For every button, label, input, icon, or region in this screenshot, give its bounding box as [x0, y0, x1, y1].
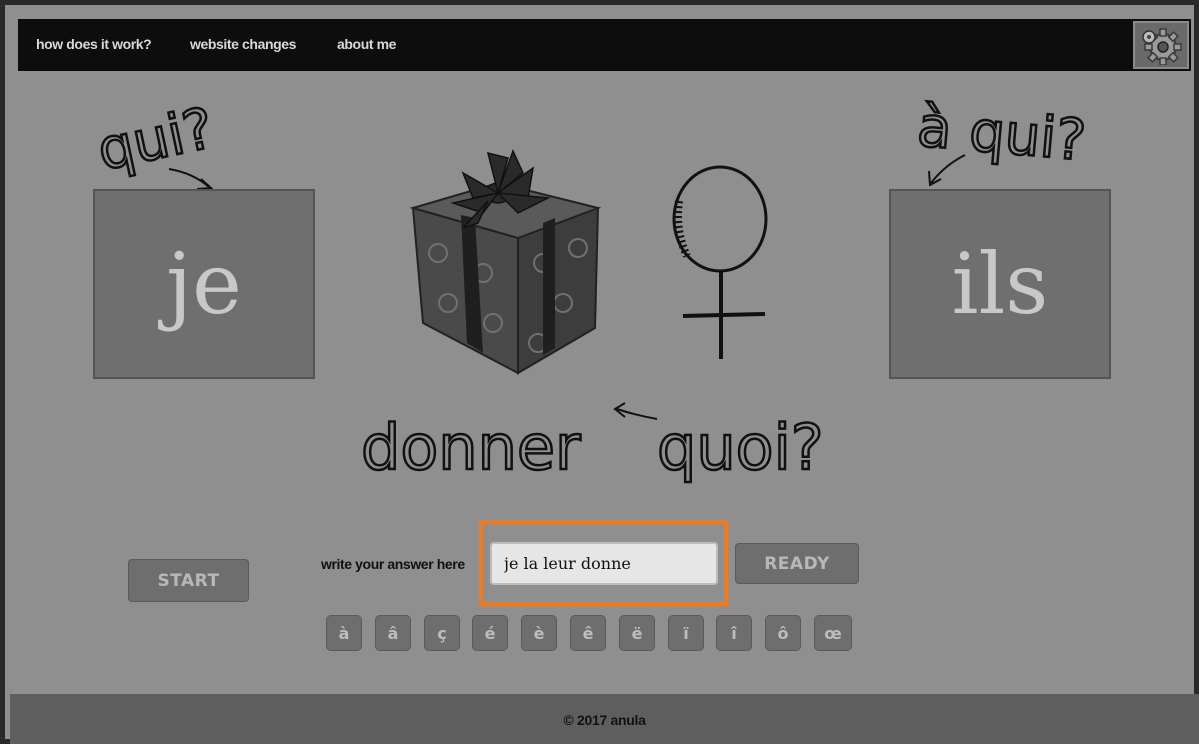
female-symbol	[665, 161, 780, 371]
nav-website-changes[interactable]: website changes	[190, 36, 296, 52]
verb-label-text: donner	[361, 411, 581, 484]
what-label-art: quoi?	[613, 402, 825, 485]
what-label: quoi?	[605, 397, 845, 496]
accent-a-circumflex-button[interactable]: â	[375, 615, 411, 651]
to-whom-label-text: à qui?	[915, 94, 1088, 173]
start-button[interactable]: START	[128, 559, 249, 602]
accent-o-circumflex-button[interactable]: ô	[765, 615, 801, 651]
female-symbol-icon	[672, 165, 768, 359]
accent-i-circumflex-button[interactable]: î	[716, 615, 752, 651]
nav-about-me[interactable]: about me	[337, 36, 396, 52]
accent-e-diaeresis-button[interactable]: ë	[619, 615, 655, 651]
accent-c-cedilla-button[interactable]: ç	[424, 615, 460, 651]
what-label-text: quoi?	[657, 411, 824, 484]
indirect-object-box: ils	[889, 189, 1111, 379]
indirect-object-pronoun: ils	[951, 235, 1049, 333]
who-label-art: qui?	[91, 95, 221, 190]
verb-label-art: donner	[360, 410, 583, 486]
accent-e-grave-button[interactable]: è	[521, 615, 557, 651]
accent-e-acute-button[interactable]: é	[472, 615, 508, 651]
footer-copyright: © 2017 anula	[563, 712, 646, 728]
answer-label: write your answer here	[321, 556, 465, 572]
footer: © 2017 anula	[10, 694, 1199, 744]
subject-pronoun: je	[166, 235, 242, 333]
gear-icon	[1142, 28, 1182, 65]
ready-button[interactable]: READY	[735, 543, 859, 584]
gift-image	[403, 143, 608, 383]
who-label: qui?	[91, 87, 243, 201]
top-navigation: how does it work? website changes about …	[18, 19, 1191, 71]
answer-input[interactable]	[490, 542, 718, 585]
accent-e-circumflex-button[interactable]: ê	[570, 615, 606, 651]
gift-box-icon	[409, 149, 602, 375]
nav-how-it-works[interactable]: how does it work?	[36, 36, 152, 52]
accent-a-grave-button[interactable]: à	[326, 615, 362, 651]
accent-oe-ligature-button[interactable]: œ	[814, 615, 852, 651]
app-frame: how does it work? website changes about …	[0, 0, 1199, 744]
who-label-text: qui?	[93, 96, 219, 184]
to-whom-label-art: à qui?	[914, 93, 1090, 187]
subject-box: je	[93, 189, 315, 379]
to-whom-label: à qui?	[905, 83, 1115, 197]
verb-label: donner	[357, 397, 627, 491]
settings-button[interactable]	[1133, 21, 1189, 69]
accent-i-diaeresis-button[interactable]: ï	[668, 615, 704, 651]
